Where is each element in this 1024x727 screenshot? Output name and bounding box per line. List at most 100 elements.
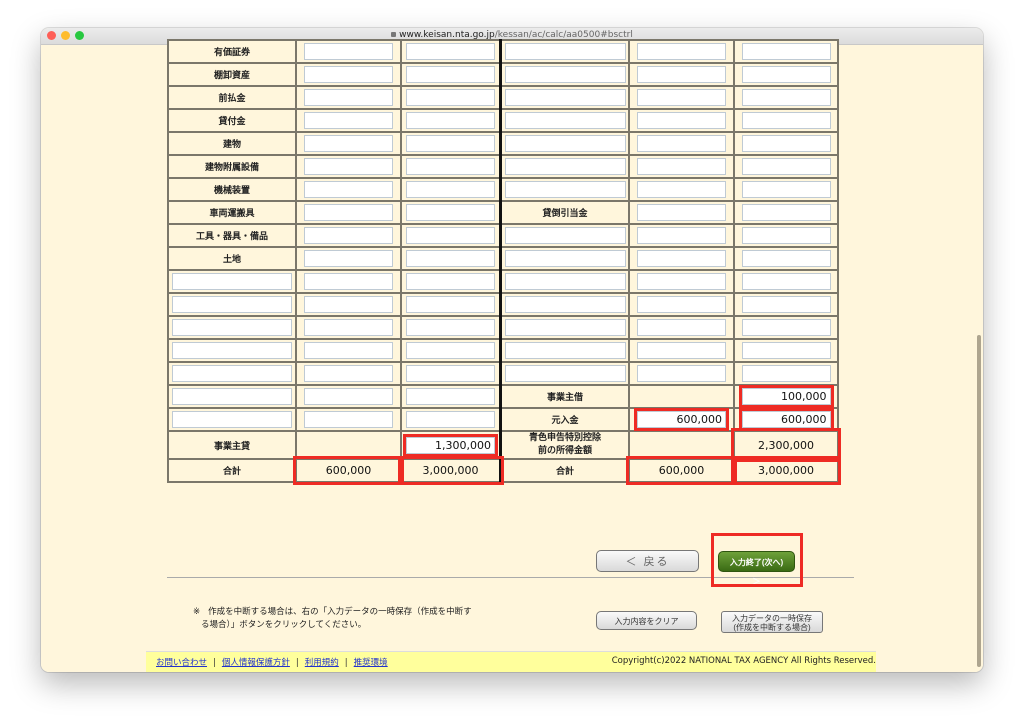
asset-opening-input[interactable]	[304, 411, 393, 428]
liability-closing-input[interactable]	[741, 89, 831, 106]
asset-opening-input[interactable]	[304, 204, 393, 221]
asset-closing-input[interactable]	[406, 158, 495, 175]
liability-name-input[interactable]	[504, 250, 626, 267]
asset-closing-input[interactable]	[406, 411, 495, 428]
liability-closing-input[interactable]	[741, 181, 831, 198]
liability-opening-input[interactable]	[637, 158, 726, 175]
liability-name-cell	[499, 338, 630, 363]
liability-closing-input[interactable]	[741, 227, 831, 244]
asset-closing-input[interactable]	[406, 250, 495, 267]
liability-opening-input[interactable]	[637, 273, 726, 290]
liability-name-input[interactable]	[504, 227, 626, 244]
liability-opening-input[interactable]	[637, 204, 726, 221]
temp-save-button[interactable]: 入力データの一時保存 (作成を中断する場合)	[721, 611, 823, 633]
liability-name-input[interactable]	[504, 181, 626, 198]
capital-opening-input[interactable]: 600,000	[634, 408, 729, 431]
liability-closing-input[interactable]	[741, 250, 831, 267]
liability-name-input[interactable]	[504, 296, 626, 313]
liability-closing-input[interactable]	[741, 158, 831, 175]
liability-closing-input[interactable]	[741, 296, 831, 313]
liability-closing-input[interactable]	[741, 43, 831, 60]
liability-opening-input[interactable]	[637, 227, 726, 244]
vertical-scrollbar[interactable]	[977, 335, 981, 667]
liability-name-input[interactable]	[504, 43, 626, 60]
asset-opening-input[interactable]	[304, 365, 393, 382]
liability-closing-input[interactable]	[741, 365, 831, 382]
asset-closing-input[interactable]	[406, 342, 495, 359]
liability-closing-input[interactable]	[741, 342, 831, 359]
asset-opening-input[interactable]	[304, 112, 393, 129]
liability-name-input[interactable]	[504, 158, 626, 175]
asset-closing-input[interactable]	[406, 227, 495, 244]
capital-closing-input[interactable]: 600,000	[738, 408, 834, 431]
back-button[interactable]: ＜ 戻る	[596, 550, 699, 572]
liability-closing-input[interactable]	[741, 273, 831, 290]
liability-closing-input[interactable]	[741, 204, 831, 221]
asset-closing-input[interactable]	[406, 89, 495, 106]
asset-name-input[interactable]	[172, 342, 292, 359]
liability-opening-input[interactable]	[637, 296, 726, 313]
asset-name-input[interactable]	[172, 388, 292, 405]
liability-opening-input[interactable]	[637, 135, 726, 152]
asset-opening-input[interactable]	[304, 43, 393, 60]
asset-opening-input[interactable]	[304, 135, 393, 152]
liability-name-input[interactable]	[504, 135, 626, 152]
footer-link-privacy[interactable]: 個人情報保護方針	[222, 658, 290, 668]
owner-loan-closing-input[interactable]: 100,000	[738, 385, 834, 408]
asset-closing-input[interactable]	[406, 365, 495, 382]
liability-opening-input[interactable]	[637, 89, 726, 106]
asset-closing-input[interactable]	[406, 204, 495, 221]
liability-opening-input[interactable]	[637, 250, 726, 267]
asset-name-input[interactable]	[172, 411, 292, 428]
asset-opening-input[interactable]	[304, 342, 393, 359]
asset-opening-input[interactable]	[304, 296, 393, 313]
liability-closing-input[interactable]	[741, 319, 831, 336]
liability-opening-input[interactable]	[637, 342, 726, 359]
asset-closing-input[interactable]	[406, 135, 495, 152]
liability-name-input[interactable]	[504, 89, 626, 106]
liability-closing-input[interactable]	[741, 66, 831, 83]
asset-closing-input[interactable]	[406, 43, 495, 60]
liability-opening-input[interactable]	[637, 181, 726, 198]
asset-opening-input[interactable]	[304, 250, 393, 267]
liability-opening-input[interactable]	[637, 66, 726, 83]
asset-name-input[interactable]	[172, 273, 292, 290]
asset-closing-input[interactable]	[406, 112, 495, 129]
next-button[interactable]: 入力終了(次へ) ＞	[718, 551, 795, 586]
footer-link-contact[interactable]: お問い合わせ	[156, 658, 207, 668]
owner-draw-closing-input[interactable]: 1,300,000	[403, 433, 498, 457]
asset-name-input[interactable]	[172, 365, 292, 382]
asset-opening-input[interactable]	[304, 273, 393, 290]
liability-name-input[interactable]	[504, 342, 626, 359]
asset-opening-input[interactable]	[304, 66, 393, 83]
liability-name-input[interactable]	[504, 273, 626, 290]
asset-closing-input[interactable]	[406, 181, 495, 198]
asset-opening-input[interactable]	[304, 89, 393, 106]
asset-opening-input[interactable]	[304, 388, 393, 405]
liability-opening-input[interactable]	[637, 43, 726, 60]
asset-opening-input[interactable]	[304, 158, 393, 175]
asset-opening-input[interactable]	[304, 181, 393, 198]
liability-name-input[interactable]	[504, 319, 626, 336]
liability-closing-input[interactable]	[741, 135, 831, 152]
asset-closing-input[interactable]	[406, 296, 495, 313]
asset-label: 車両運搬具	[167, 200, 297, 225]
liability-name-input[interactable]	[504, 112, 626, 129]
asset-name-input[interactable]	[172, 296, 292, 313]
liability-opening-input[interactable]	[637, 365, 726, 382]
clear-input-button[interactable]: 入力内容をクリア	[596, 611, 697, 630]
asset-closing-input[interactable]	[406, 273, 495, 290]
liability-name-input[interactable]	[504, 66, 626, 83]
asset-closing-input[interactable]	[406, 66, 495, 83]
liability-opening-input[interactable]	[637, 319, 726, 336]
liability-name-input[interactable]	[504, 365, 626, 382]
asset-closing-input[interactable]	[406, 319, 495, 336]
liability-closing-input[interactable]	[741, 112, 831, 129]
footer-link-terms[interactable]: 利用規約	[305, 658, 339, 668]
asset-name-input[interactable]	[172, 319, 292, 336]
asset-closing-input[interactable]	[406, 388, 495, 405]
asset-opening-input[interactable]	[304, 319, 393, 336]
asset-opening-input[interactable]	[304, 227, 393, 244]
liability-opening-input[interactable]	[637, 112, 726, 129]
footer-link-environment[interactable]: 推奨環境	[354, 658, 388, 668]
